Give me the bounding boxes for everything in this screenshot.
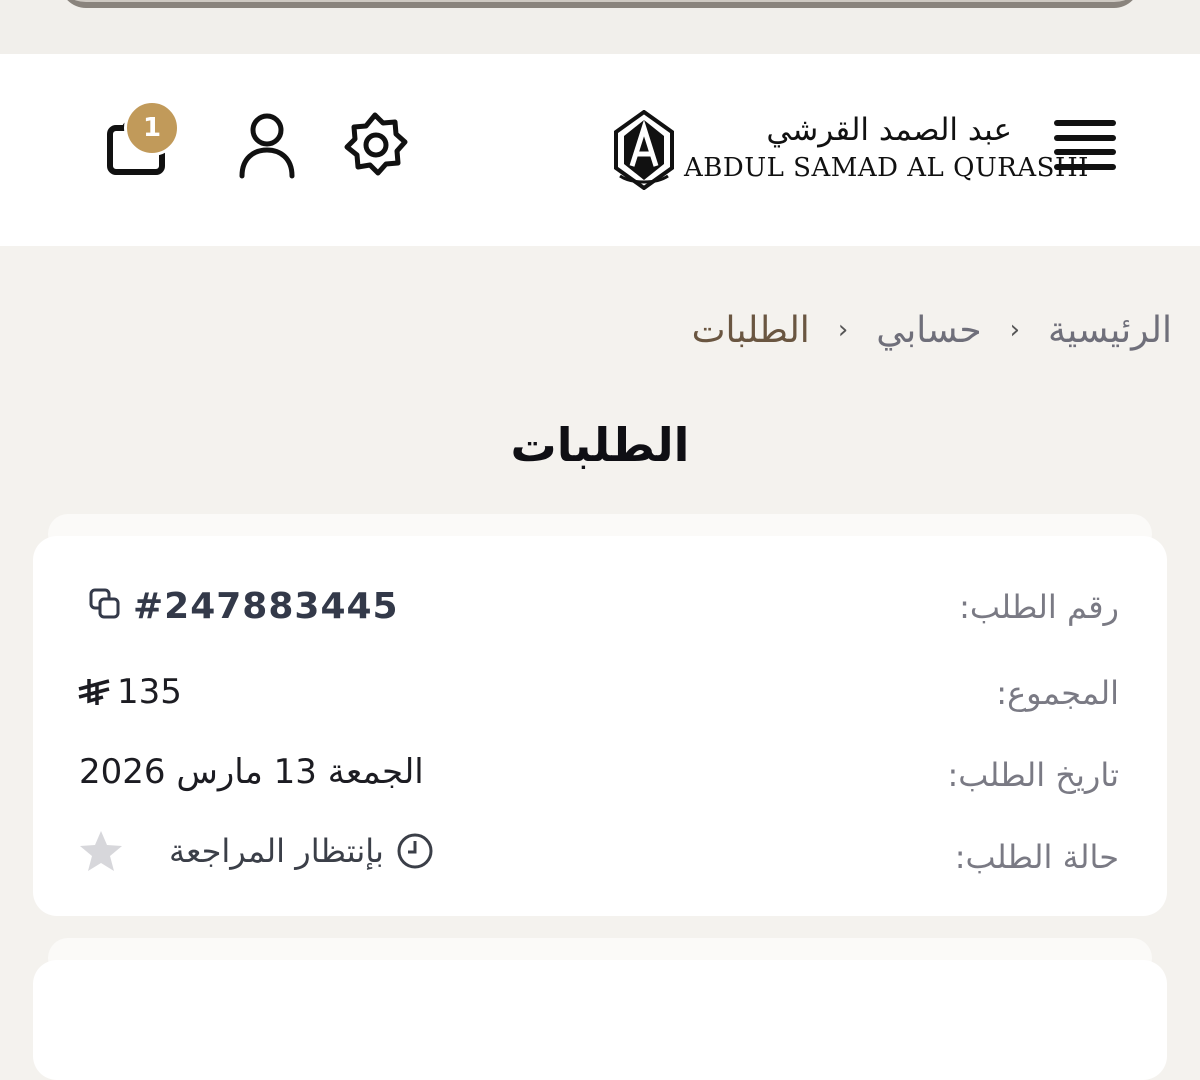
brand-logo[interactable]: عبد الصمد القرشي ABDUL SAMAD AL QURASHI bbox=[612, 110, 1089, 190]
order-total: 135 bbox=[77, 672, 182, 712]
gear-icon bbox=[344, 112, 408, 176]
browser-top-strip bbox=[0, 0, 1200, 54]
logo-english-text: ABDUL SAMAD AL QURASHI bbox=[684, 153, 1089, 183]
menu-line bbox=[1054, 134, 1116, 141]
page-title: الطلبات bbox=[510, 418, 690, 472]
breadcrumb-home-link[interactable]: الرئيسية bbox=[1048, 310, 1172, 351]
order-date: الجمعة 13 مارس 2026 bbox=[79, 752, 424, 792]
order-number-label: رقم الطلب: bbox=[959, 588, 1119, 626]
order-status-text: بإنتظار المراجعة bbox=[169, 832, 384, 870]
order-status-label: حالة الطلب: bbox=[954, 838, 1119, 876]
breadcrumb-separator: › bbox=[1009, 315, 1020, 345]
order-date-label: تاريخ الطلب: bbox=[947, 756, 1119, 794]
logo-arabic-text: عبد الصمد القرشي bbox=[766, 112, 1012, 148]
breadcrumb-current: الطلبات bbox=[691, 309, 810, 351]
site-header: عبد الصمد القرشي ABDUL SAMAD AL QURASHI … bbox=[0, 54, 1200, 246]
logo-emblem-icon bbox=[614, 110, 674, 190]
order-status: بإنتظار المراجعة bbox=[169, 832, 434, 870]
saudi-riyal-icon bbox=[78, 679, 110, 705]
rate-star-icon[interactable] bbox=[77, 828, 125, 876]
order-total-label: المجموع: bbox=[996, 674, 1119, 712]
breadcrumb: الرئيسية › حسابي › الطلبات bbox=[692, 300, 1172, 360]
breadcrumb-account-link[interactable]: حسابي bbox=[876, 310, 981, 351]
browser-address-bar[interactable] bbox=[60, 0, 1140, 8]
copy-icon[interactable] bbox=[87, 586, 123, 622]
order-card-next[interactable] bbox=[33, 960, 1167, 1080]
order-card[interactable]: رقم الطلب: #247883445 المجموع: 135 تاريخ… bbox=[33, 536, 1167, 916]
menu-line bbox=[1054, 120, 1116, 126]
account-button[interactable] bbox=[232, 110, 302, 180]
clock-icon bbox=[397, 833, 433, 869]
breadcrumb-separator: › bbox=[837, 315, 849, 345]
settings-button[interactable] bbox=[340, 110, 410, 180]
order-total-value: 135 bbox=[117, 672, 182, 712]
cart-count-badge: 1 bbox=[124, 100, 180, 156]
order-number: #247883445 bbox=[133, 586, 399, 627]
user-icon bbox=[239, 113, 295, 179]
